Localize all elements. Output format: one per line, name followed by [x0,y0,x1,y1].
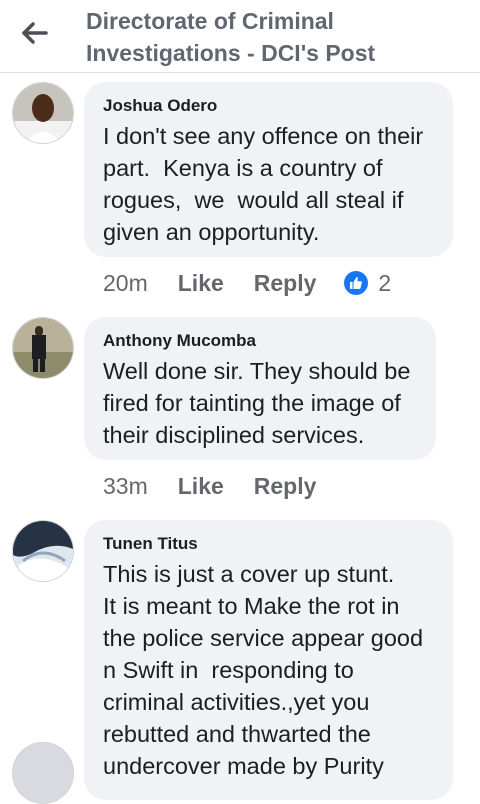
avatar[interactable] [12,520,74,582]
top-bar: Directorate of Criminal Investigations -… [0,0,480,73]
avatar[interactable] [12,742,74,804]
comment-bubble: Anthony Mucomba Well done sir. They shou… [84,317,436,460]
like-button[interactable]: Like [178,270,224,297]
comment-actions: 20m Like Reply 2 [103,268,391,298]
back-button[interactable] [18,18,54,48]
comment-author[interactable]: Tunen Titus [103,534,435,554]
comment-bubble: Joshua Odero I don't see any offence on … [84,82,453,257]
profile-photo [13,521,73,581]
reaction-count[interactable]: 2 [378,270,391,297]
like-button[interactable]: Like [178,473,224,500]
comment-author[interactable]: Joshua Odero [103,96,435,116]
page-title: Directorate of Criminal Investigations -… [86,8,376,66]
comment-text: I don't see any offence on their part. K… [103,123,430,245]
comment-text: This is just a cover up stunt. It is mea… [103,561,424,779]
reply-button[interactable]: Reply [254,473,317,500]
comment-time[interactable]: 20m [103,270,148,297]
thumbs-up-icon[interactable] [344,271,369,295]
comment-time[interactable]: 33m [103,473,148,500]
profile-photo [13,83,73,143]
reply-button[interactable]: Reply [254,270,317,297]
arrow-left-icon [22,22,48,44]
avatar[interactable] [12,317,74,379]
comment-actions: 33m Like Reply [103,471,346,501]
avatar[interactable] [12,82,74,144]
comment-author[interactable]: Anthony Mucomba [103,331,418,351]
comment-text: Well done sir. They should be fired for … [103,358,417,448]
profile-photo [13,318,73,378]
comment-bubble: Tunen Titus This is just a cover up stun… [84,520,453,800]
